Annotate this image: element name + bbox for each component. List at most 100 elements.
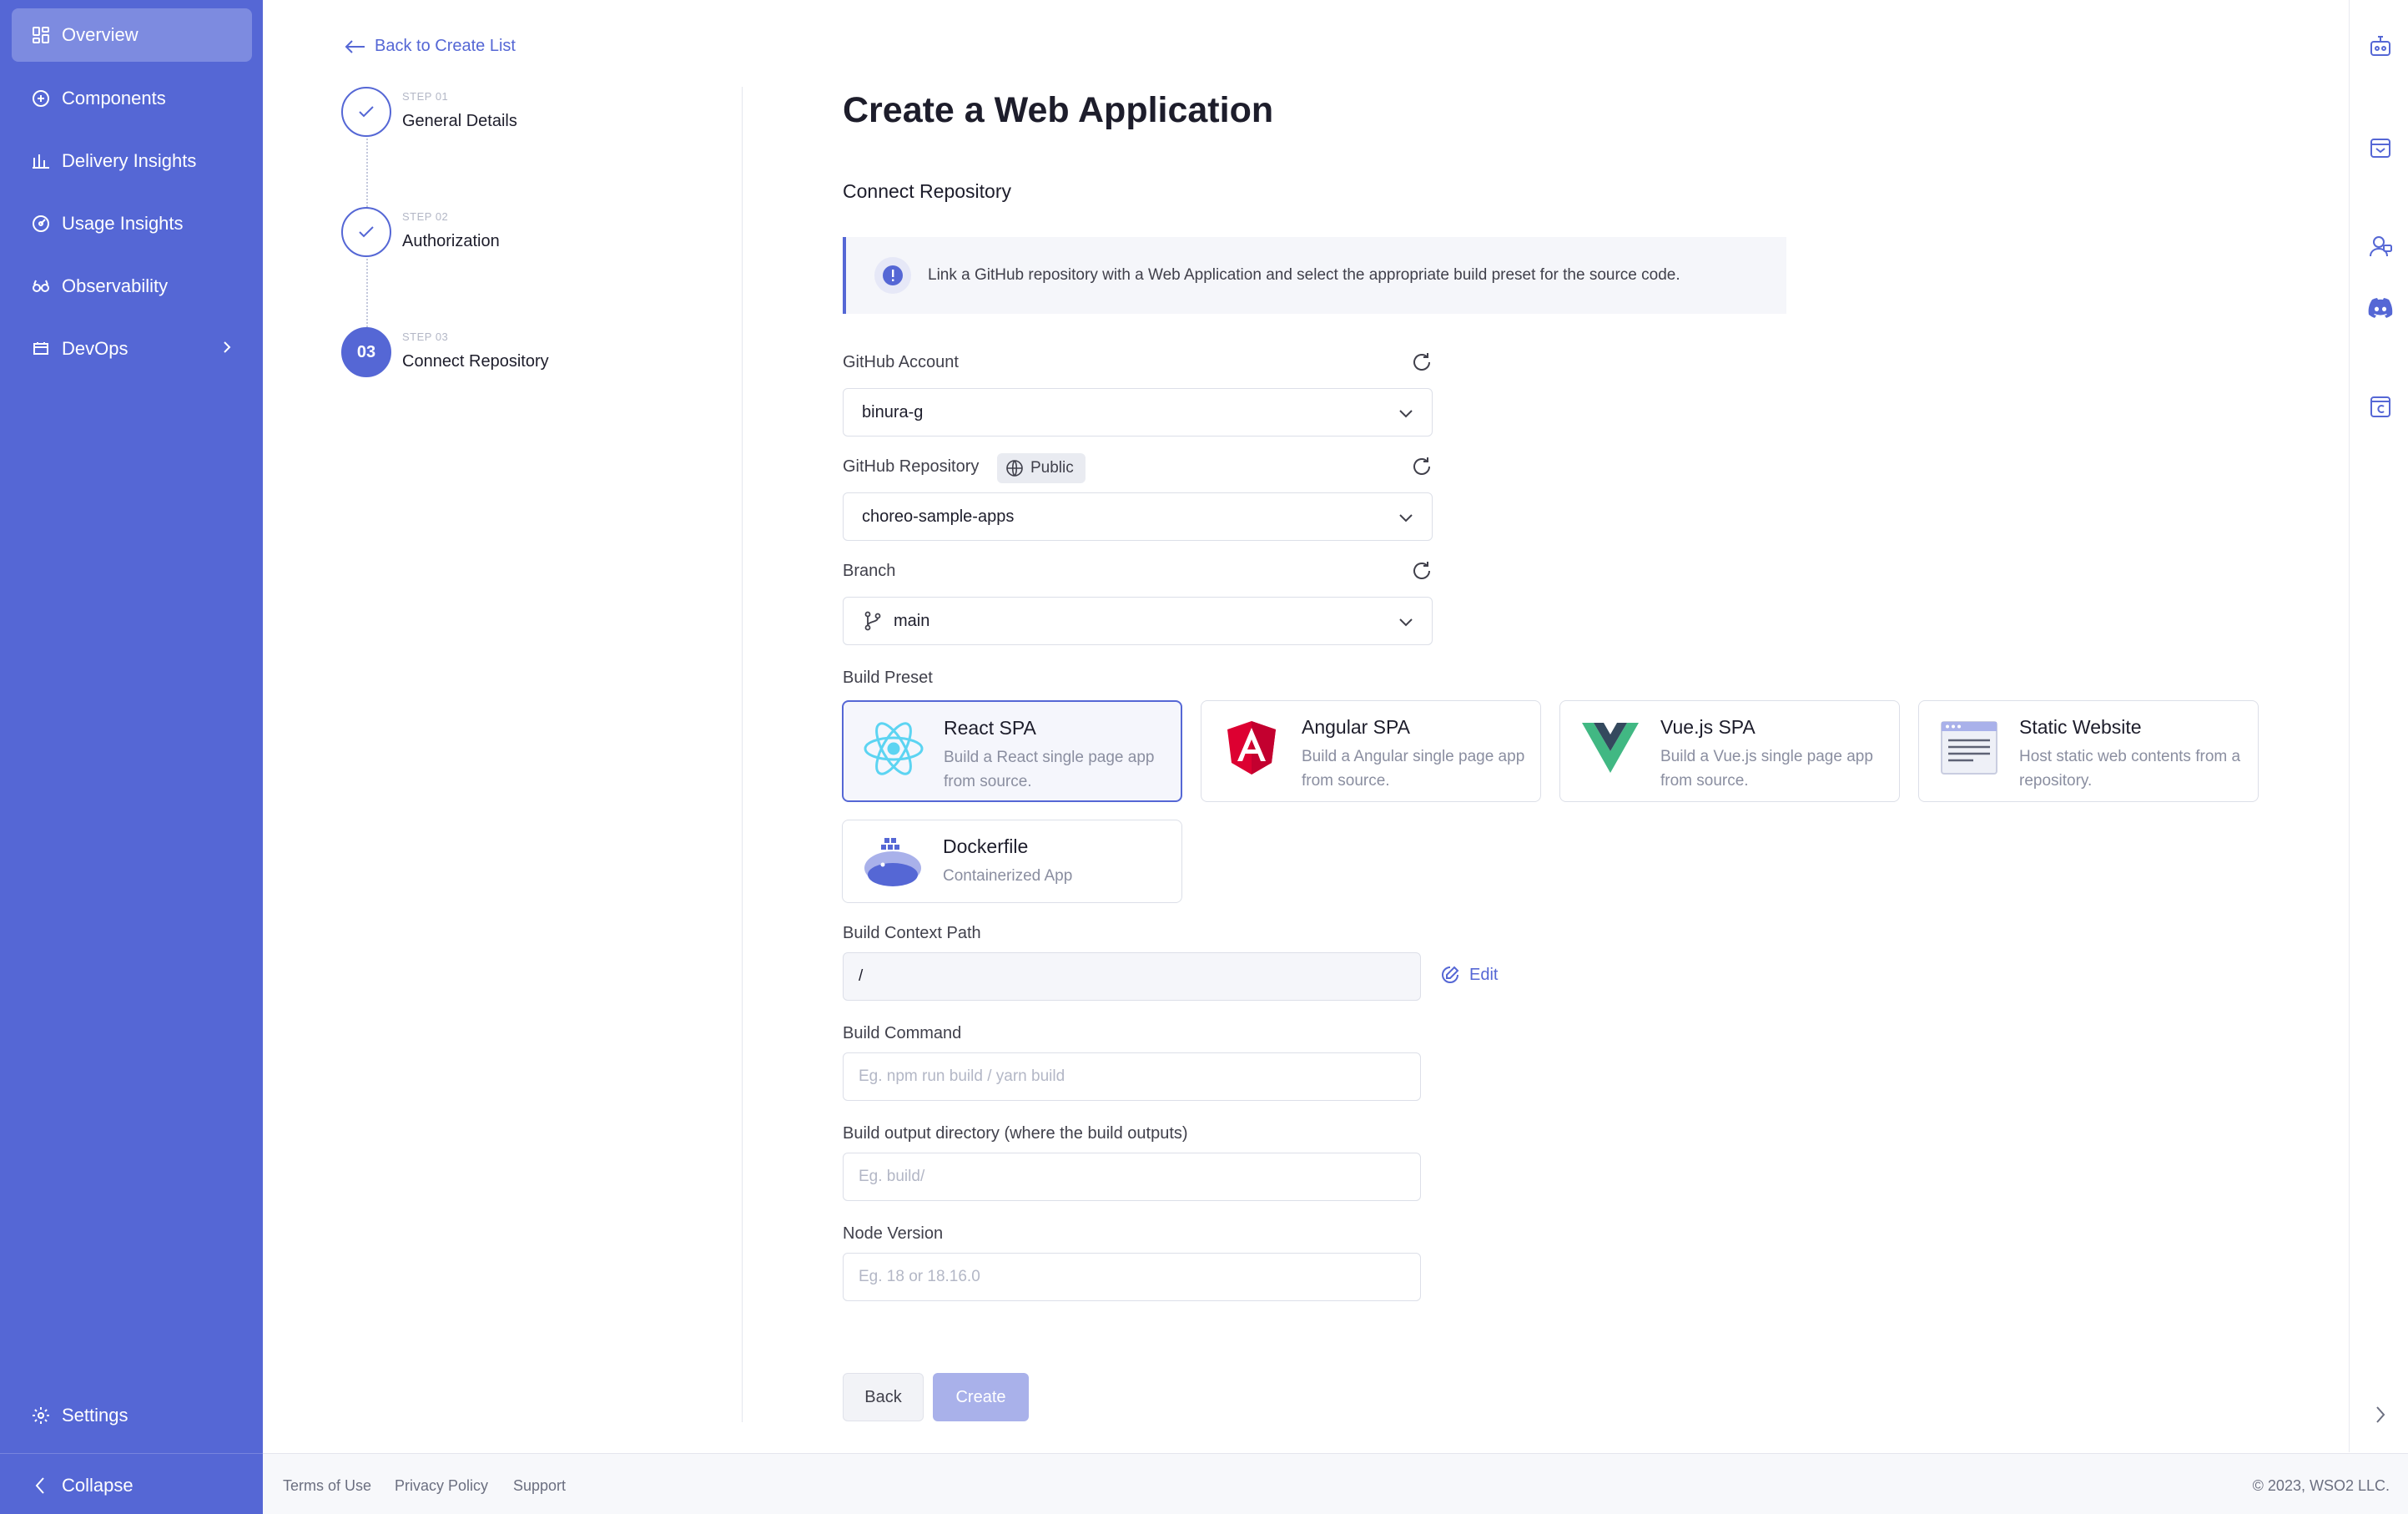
preset-description: Build a Vue.js single page app from sour… <box>1660 748 1873 790</box>
sidebar-divider <box>0 1453 263 1454</box>
preset-title: Dockerfile <box>943 835 1029 857</box>
step-connector <box>366 139 368 207</box>
preset-title: Static Website <box>2019 716 2142 738</box>
preset-angular-spa[interactable]: Angular SPA Build a Angular single page … <box>1201 700 1541 802</box>
step-3-current: 03 <box>341 327 391 377</box>
build-context-input[interactable] <box>843 952 1421 1001</box>
step-1-check <box>341 87 391 137</box>
refresh-icon[interactable] <box>1410 351 1433 374</box>
sidebar-item-label: Overview <box>62 24 139 45</box>
sidebar-item-usage-insights[interactable]: Usage Insights <box>12 197 252 250</box>
preset-static-website[interactable]: Static Website Host static web contents … <box>1918 700 2259 802</box>
page-title: Create a Web Application <box>843 90 1274 130</box>
sidebar-item-label: Delivery Insights <box>62 150 197 171</box>
create-button[interactable]: Create <box>933 1373 1029 1421</box>
collapse-button[interactable]: Collapse <box>12 1459 252 1512</box>
copyright-text: © 2023, WSO2 LLC. <box>2252 1477 2390 1494</box>
gear-icon <box>30 1405 52 1426</box>
preset-description: Build a React single page app from sourc… <box>944 749 1155 790</box>
privacy-link[interactable]: Privacy Policy <box>395 1477 488 1495</box>
sidebar-item-label: Usage Insights <box>62 213 184 234</box>
vue-icon <box>1579 716 1642 780</box>
webpage-icon <box>1937 716 2001 780</box>
support-agent-icon[interactable] <box>2368 234 2393 259</box>
edit-context-path-button[interactable]: Edit <box>1439 964 1498 986</box>
support-link[interactable]: Support <box>513 1477 566 1495</box>
terms-link[interactable]: Terms of Use <box>283 1477 371 1495</box>
step-1-number: STEP 01 <box>402 90 449 103</box>
sidebar: Overview Components Delivery Insights Us… <box>0 0 263 1514</box>
step-2-check <box>341 207 391 257</box>
observability-icon <box>30 275 52 297</box>
console-icon[interactable] <box>2368 394 2393 419</box>
build-output-label: Build output directory (where the build … <box>843 1124 1188 1143</box>
info-banner: Link a GitHub repository with a Web Appl… <box>843 237 1786 314</box>
chevron-left-icon <box>30 1475 52 1496</box>
preset-react-spa[interactable]: React SPA Build a React single page app … <box>842 700 1182 802</box>
branch-icon <box>864 611 881 631</box>
preset-title: Angular SPA <box>1302 716 1410 738</box>
preset-dockerfile[interactable]: Dockerfile Containerized App <box>842 820 1182 903</box>
step-3-number: STEP 03 <box>402 331 449 343</box>
github-repository-value: choreo-sample-apps <box>862 507 1015 526</box>
react-icon <box>862 717 925 780</box>
assistant-icon[interactable] <box>2368 33 2393 58</box>
preset-description: Containerized App <box>943 867 1073 885</box>
refresh-icon[interactable] <box>1410 559 1433 583</box>
back-to-create-list-link[interactable]: Back to Create List <box>345 37 516 56</box>
chevron-down-icon <box>1397 404 1415 427</box>
preset-description: Build a Angular single page app from sou… <box>1302 748 1525 790</box>
preset-title: Vue.js SPA <box>1660 716 1756 738</box>
sidebar-item-label: Components <box>62 88 166 109</box>
chevron-right-icon <box>220 339 234 361</box>
node-version-label: Node Version <box>843 1224 944 1243</box>
preset-vue-spa[interactable]: Vue.js SPA Build a Vue.js single page ap… <box>1559 700 1900 802</box>
sidebar-item-devops[interactable]: DevOps <box>12 322 252 376</box>
step-1-title: General Details <box>402 112 517 130</box>
sidebar-item-observability[interactable]: Observability <box>12 260 252 313</box>
inbox-icon[interactable] <box>2368 135 2393 160</box>
sidebar-item-label: DevOps <box>62 338 128 359</box>
back-button[interactable]: Back <box>843 1373 924 1421</box>
step-connector <box>366 259 368 327</box>
github-repository-select[interactable]: choreo-sample-apps <box>843 492 1433 541</box>
edit-icon <box>1442 966 1459 983</box>
github-account-value: binura-g <box>862 402 924 421</box>
visibility-label: Public <box>1030 459 1074 477</box>
github-repository-label: GitHub Repository <box>843 457 980 476</box>
build-context-label: Build Context Path <box>843 924 981 942</box>
footer: Terms of Use Privacy Policy Support © 20… <box>263 1453 2408 1514</box>
branch-select[interactable]: main <box>843 597 1433 645</box>
preset-title: React SPA <box>944 717 1036 739</box>
collapse-label: Collapse <box>62 1475 133 1496</box>
bar-chart-icon <box>30 150 52 172</box>
chevron-down-icon <box>1397 508 1415 532</box>
usage-icon <box>30 213 52 235</box>
step-3-title: Connect Repository <box>402 352 549 371</box>
branch-label: Branch <box>843 562 896 580</box>
discord-icon[interactable] <box>2368 295 2393 320</box>
check-icon <box>359 226 374 238</box>
build-output-input[interactable] <box>843 1153 1421 1201</box>
node-version-input[interactable] <box>843 1253 1421 1301</box>
sidebar-item-delivery-insights[interactable]: Delivery Insights <box>12 134 252 188</box>
check-icon <box>359 106 374 118</box>
github-account-select[interactable]: binura-g <box>843 388 1433 437</box>
sidebar-item-overview[interactable]: Overview <box>12 8 252 62</box>
settings-button[interactable]: Settings <box>12 1389 252 1442</box>
back-link-label: Back to Create List <box>375 37 516 55</box>
branch-value: main <box>894 611 930 630</box>
sidebar-item-label: Observability <box>62 275 169 296</box>
angular-icon <box>1220 716 1283 780</box>
docker-icon <box>861 830 924 894</box>
step-2-title: Authorization <box>402 232 500 250</box>
settings-label: Settings <box>62 1405 128 1426</box>
sidebar-item-components[interactable]: Components <box>12 72 252 125</box>
chevron-right-icon[interactable] <box>2368 1402 2393 1427</box>
build-command-input[interactable] <box>843 1052 1421 1101</box>
globe-icon <box>1006 460 1023 477</box>
refresh-icon[interactable] <box>1410 455 1433 478</box>
devops-icon <box>30 338 52 360</box>
build-command-label: Build Command <box>843 1024 962 1042</box>
info-text: Link a GitHub repository with a Web Appl… <box>928 266 1680 284</box>
